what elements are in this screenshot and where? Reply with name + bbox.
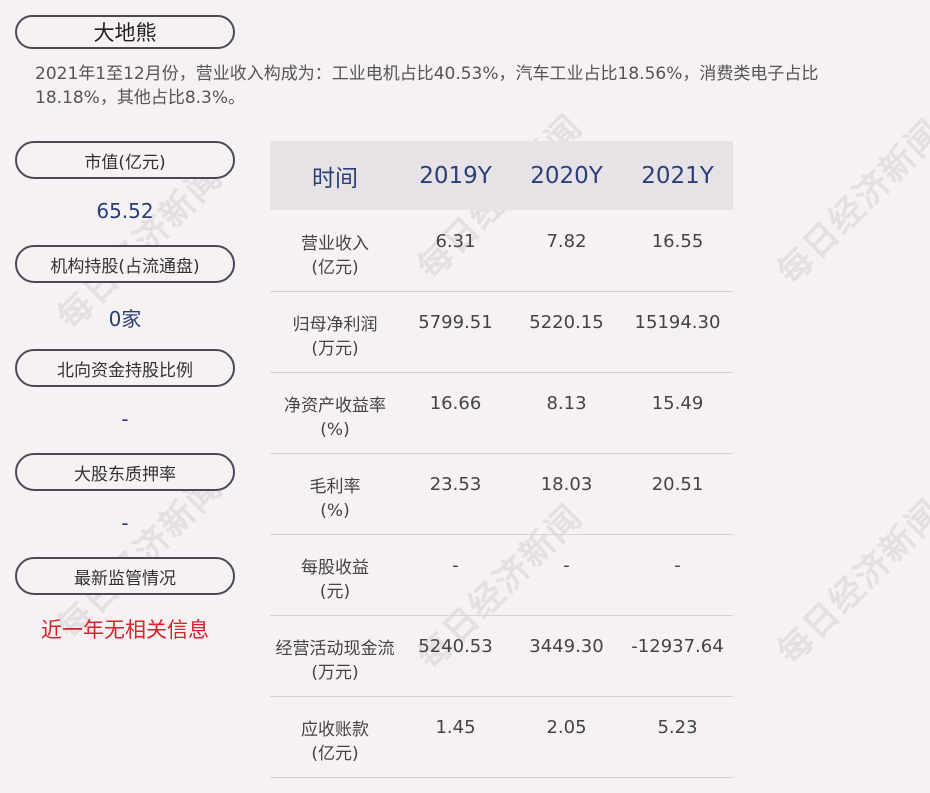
header-2020: 2020Y — [530, 162, 603, 189]
table-row-revenue: 营业收入 (亿元) 6.31 7.82 16.55 — [270, 211, 733, 292]
cell-2020: 5220.15 — [529, 312, 604, 333]
row-label: 每股收益 (元) — [301, 558, 369, 602]
row-label: 营业收入 (亿元) — [301, 234, 369, 278]
table-row-operating-cashflow: 经营活动现金流 (万元) 5240.53 3449.30 -12937.64 — [270, 616, 733, 697]
row-label: 归母净利润 (万元) — [292, 315, 378, 359]
row-label: 应收账款 (亿元) — [301, 720, 369, 764]
cell-2021: -12937.64 — [631, 636, 724, 657]
cell-2019: 5240.53 — [418, 636, 493, 657]
cell-2020: - — [563, 555, 570, 576]
row-label: 经营活动现金流 (万元) — [275, 639, 395, 683]
table-row-net-profit: 归母净利润 (万元) 5799.51 5220.15 15194.30 — [270, 292, 733, 373]
cell-2020: 3449.30 — [529, 636, 604, 657]
cell-2019: 23.53 — [429, 474, 482, 495]
financial-table-header: 时间 2019Y 2020Y 2021Y — [270, 141, 733, 210]
header-2021: 2021Y — [641, 162, 714, 189]
pledge-ratio-label: 大股东质押率 — [15, 453, 235, 491]
cell-2019: - — [452, 555, 459, 576]
table-row-eps: 每股收益 (元) - - - — [270, 535, 733, 616]
cell-2020: 18.03 — [540, 474, 593, 495]
institutional-holdings-label: 机构持股(占流通盘) — [15, 245, 235, 283]
cell-2019: 16.66 — [429, 393, 482, 414]
row-label: 净资产收益率 (%) — [284, 396, 386, 440]
header-period: 时间 — [312, 165, 358, 192]
table-row-gross-margin: 毛利率 (%) 23.53 18.03 20.51 — [270, 454, 733, 535]
cell-2021: 5.23 — [657, 717, 698, 738]
table-row-receivables: 应收账款 (亿元) 1.45 2.05 5.23 — [270, 697, 733, 778]
row-label: 毛利率 (%) — [309, 477, 361, 521]
watermark: 每日经济新闻 — [769, 111, 930, 293]
cell-2020: 8.13 — [546, 393, 587, 414]
header-2019: 2019Y — [419, 162, 492, 189]
cell-2019: 5799.51 — [418, 312, 493, 333]
cell-2021: 15.49 — [651, 393, 704, 414]
cell-2020: 7.82 — [546, 231, 587, 252]
cell-2021: - — [674, 555, 681, 576]
cell-2021: 15194.30 — [634, 312, 721, 333]
watermark: 每日经济新闻 — [769, 491, 930, 673]
regulatory-status-value: 近一年无相关信息 — [41, 618, 209, 642]
cell-2021: 16.55 — [651, 231, 704, 252]
northbound-holdings-label: 北向资金持股比例 — [15, 349, 235, 387]
company-name: 大地熊 — [15, 15, 235, 49]
cell-2019: 1.45 — [435, 717, 476, 738]
market-cap-value: 65.52 — [96, 199, 154, 223]
institutional-holdings-value: 0家 — [108, 307, 142, 331]
cell-2020: 2.05 — [546, 717, 587, 738]
northbound-holdings-value: - — [121, 407, 129, 431]
regulatory-status-label: 最新监管情况 — [15, 557, 235, 595]
cell-2019: 6.31 — [435, 231, 476, 252]
revenue-composition-summary: 2021年1至12月份，营业收入构成为：工业电机占比40.53%，汽车工业占比1… — [35, 64, 819, 108]
table-row-roe: 净资产收益率 (%) 16.66 8.13 15.49 — [270, 373, 733, 454]
pledge-ratio-value: - — [121, 511, 129, 535]
cell-2021: 20.51 — [651, 474, 704, 495]
market-cap-label: 市值(亿元) — [15, 141, 235, 179]
